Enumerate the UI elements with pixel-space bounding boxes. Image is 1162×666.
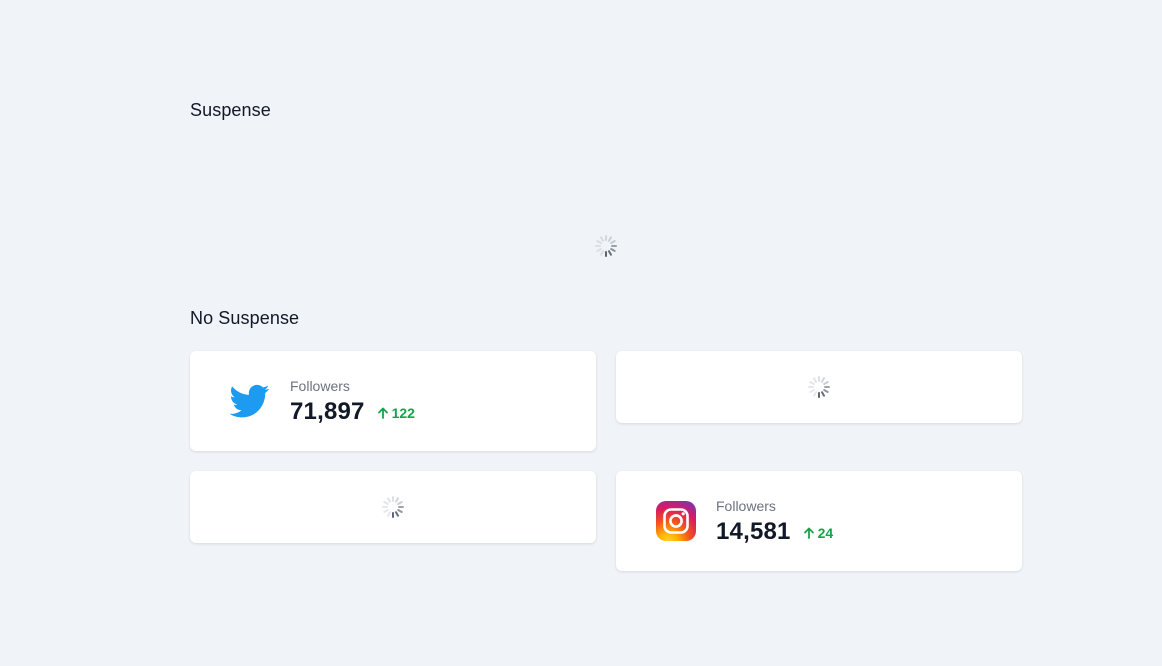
arrow-up-icon — [377, 407, 388, 419]
loading-spinner-icon — [807, 375, 831, 399]
arrow-up-icon — [803, 527, 814, 539]
instagram-icon — [656, 501, 696, 541]
followers-label: Followers — [716, 498, 776, 514]
suspense-section-title: Suspense — [190, 100, 271, 120]
followers-count: 14,581 — [716, 518, 791, 545]
loading-spinner-icon — [381, 495, 405, 519]
followers-label: Followers — [290, 378, 350, 394]
loading-card — [616, 351, 1022, 423]
instagram-followers-card: Followers 14,581 24 — [616, 471, 1022, 571]
followers-delta-value: 24 — [817, 525, 834, 541]
followers-count: 71,897 — [290, 398, 365, 425]
followers-delta: 122 — [377, 405, 415, 421]
no-suspense-section-title: No Suspense — [190, 308, 300, 328]
followers-delta-value: 122 — [391, 405, 415, 421]
followers-delta: 24 — [803, 525, 834, 541]
loading-card — [190, 471, 596, 543]
loading-spinner-icon — [594, 234, 618, 258]
twitter-icon — [229, 381, 270, 421]
twitter-followers-card: Followers 71,897 122 — [190, 351, 596, 451]
